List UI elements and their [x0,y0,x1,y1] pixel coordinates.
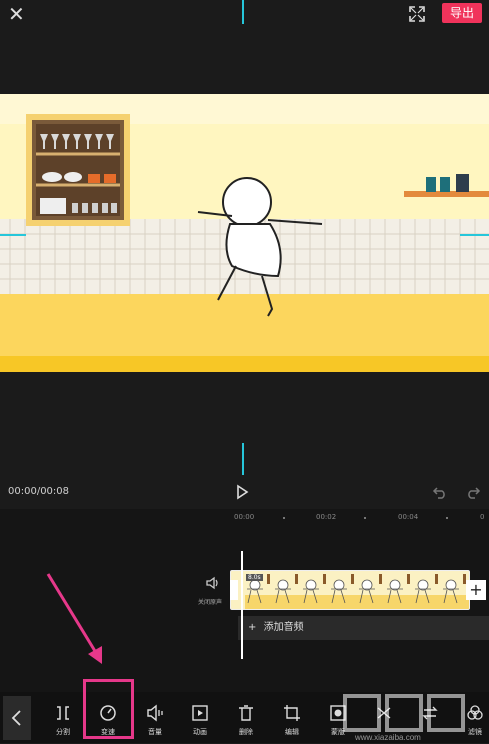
volume-icon [147,704,163,722]
animation-icon [192,705,208,721]
tool-label: 编辑 [285,728,299,736]
delete-icon [239,705,253,721]
tick-dot [283,517,285,519]
tool-volume[interactable]: 音量 [137,704,173,737]
clip-frame-thumbnail [301,574,329,609]
tick-label: 00:02 [316,513,337,521]
clip-frame-thumbnail [413,574,441,609]
add-audio-button[interactable]: + 添加音频 [238,616,489,640]
export-button[interactable]: 导出 [442,3,482,23]
add-clip-button[interactable]: + [466,580,486,600]
clip-duration-badge: 8.0s [246,574,263,581]
tool-animation[interactable]: 动画 [182,704,218,737]
add-audio-label: 添加音频 [263,622,304,633]
close-icon[interactable]: ✕ [8,4,28,24]
tick-dot [364,517,366,519]
video-clip-strip[interactable] [230,570,470,610]
play-button[interactable] [234,484,250,500]
mute-original-label[interactable]: 关闭原声 [198,597,222,606]
clip-frame-thumbnail [329,574,357,609]
tool-label: 分割 [56,728,70,736]
redo-icon[interactable] [465,485,481,499]
top-playhead-marker [242,0,244,24]
speed-tool-highlight-annotation [83,679,134,739]
plus-icon: + [248,622,257,633]
tool-edit[interactable]: 编辑 [274,704,310,737]
tool-split[interactable]: 分割 [45,704,81,737]
undo-icon[interactable] [432,485,448,499]
back-button[interactable] [3,696,31,740]
preview-center-marker [242,443,244,475]
clip-frame-thumbnail [441,574,469,609]
fullscreen-icon[interactable] [408,5,426,23]
video-preview [0,94,489,372]
pointer-arrow-annotation [46,573,102,664]
tool-delete[interactable]: 删除 [228,704,264,737]
svg-text:www.xiazaiba.com: www.xiazaiba.com [354,733,421,742]
tool-label: 删除 [239,728,253,736]
tick-label-partial: 0 [480,513,485,521]
tick-label: 00:04 [398,513,419,521]
tool-label: 音量 [148,728,162,736]
clip-frame-thumbnail [273,574,301,609]
clip-frame-thumbnail [357,574,385,609]
speaker-icon[interactable] [205,576,221,590]
clip-frame-thumbnail [385,574,413,609]
split-icon [57,706,69,720]
chevron-left-icon [11,710,21,726]
clip-left-handle[interactable] [230,580,238,600]
tick-label: 00:00 [234,513,255,521]
watermark-logo: www.xiazaiba.com [343,694,465,742]
timecode: 00:00/00:08 [8,486,70,497]
tick-dot [446,517,448,519]
tool-label: 动画 [193,728,207,736]
crop-icon [284,705,300,721]
timeline-playhead[interactable] [241,551,243,659]
